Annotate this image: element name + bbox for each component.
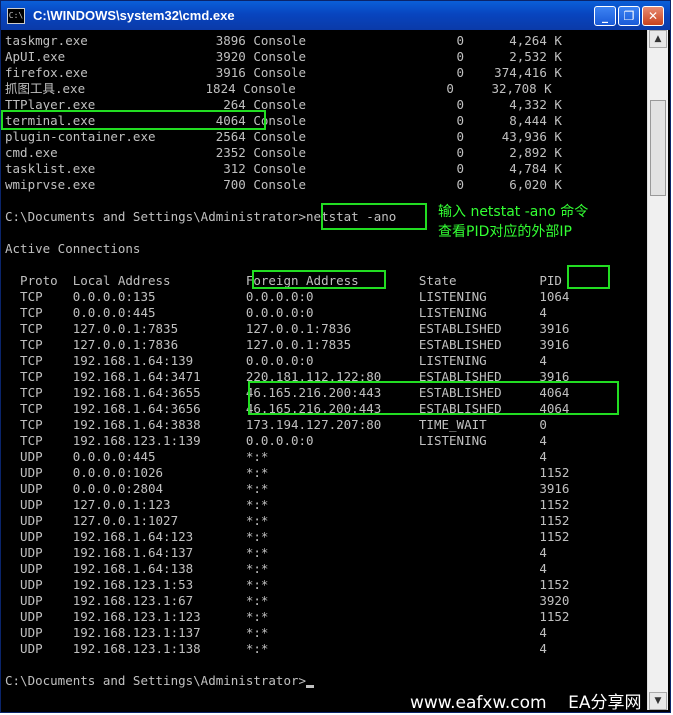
scroll-up-icon[interactable]: ▲ [649,30,667,48]
cmd-window: C:\ C:\WINDOWS\system32\cmd.exe _ ❐ ✕ ta… [0,0,671,713]
highlight-external-connections [248,381,619,415]
console-line: TCP 0.0.0.0:135 0.0.0.0:0 LISTENING 1064 [5,289,570,304]
console-line: UDP 127.0.0.1:1027 *:* 1152 [5,513,570,528]
console-line: UDP 192.168.123.1:137 *:* 4 [5,625,547,640]
console-line: C:\Documents and Settings\Administrator> [5,673,315,689]
console-line: plugin-container.exe 2564 Console 0 43,9… [5,129,562,144]
highlight-terminal-process [1,110,266,130]
title-bar[interactable]: C:\ C:\WINDOWS\system32\cmd.exe _ ❐ ✕ [1,1,670,30]
minimize-button[interactable]: _ [594,6,616,26]
console-line: TCP 192.168.1.64:139 0.0.0.0:0 LISTENING… [5,353,547,368]
highlight-netstat-command [321,203,427,230]
console-line: TCP 192.168.123.1:139 0.0.0.0:0 LISTENIN… [5,433,547,448]
console-line: firefox.exe 3916 Console 0 374,416 K [5,65,562,80]
console-line: 抓图工具.exe 1824 Console 0 32,708 K [5,81,552,96]
console-line: Active Connections [5,241,141,256]
vertical-scrollbar[interactable]: ▲ ▼ [647,30,668,710]
console-line: UDP 192.168.1.64:137 *:* 4 [5,545,547,560]
annotation-line2: 查看PID对应的外部IP [438,224,572,240]
console-line: cmd.exe 2352 Console 0 2,892 K [5,145,562,160]
cmd-icon[interactable]: C:\ [7,7,25,24]
console-line: TCP 192.168.1.64:3838 173.194.127.207:80… [5,417,547,432]
console-line: UDP 0.0.0.0:1026 *:* 1152 [5,465,570,480]
annotation-line1: 输入 netstat -ano 命令 [438,204,589,220]
console-line: wmiprvse.exe 700 Console 0 6,020 K [5,177,562,192]
console-line: UDP 0.0.0.0:2804 *:* 3916 [5,481,570,496]
maximize-button[interactable]: ❐ [618,6,640,26]
console-line: UDP 192.168.1.64:138 *:* 4 [5,561,547,576]
console-line: UDP 192.168.123.1:123 *:* 1152 [5,609,570,624]
highlight-foreign-address-header [252,270,386,289]
text-cursor [306,685,315,688]
window-title: C:\WINDOWS\system32\cmd.exe [33,8,235,23]
console-line: TCP 127.0.0.1:7835 127.0.0.1:7836 ESTABL… [5,321,570,336]
close-button[interactable]: ✕ [642,6,664,26]
console-line: tasklist.exe 312 Console 0 4,784 K [5,161,562,176]
console-line: TCP 0.0.0.0:445 0.0.0.0:0 LISTENING 4 [5,305,547,320]
console-line: UDP 192.168.123.1:67 *:* 3920 [5,593,570,608]
highlight-pid-header [567,265,610,289]
console-line: TCP 127.0.0.1:7836 127.0.0.1:7835 ESTABL… [5,337,570,352]
console-line: UDP 0.0.0.0:445 *:* 4 [5,449,547,464]
console-line: UDP 192.168.1.64:123 *:* 1152 [5,529,570,544]
console-line: UDP 127.0.0.1:123 *:* 1152 [5,497,570,512]
console-line: ApUI.exe 3920 Console 0 2,532 K [5,49,562,64]
scroll-down-icon[interactable]: ▼ [649,692,667,710]
console-line: UDP 192.168.123.1:138 *:* 4 [5,641,547,656]
console-output[interactable]: taskmgr.exe 3896 Console 0 4,264 K ApUI.e… [5,30,645,710]
console-line: UDP 192.168.123.1:53 *:* 1152 [5,577,570,592]
watermark: www.eafxw.com EA分享网 [410,693,642,713]
scroll-thumb[interactable] [650,100,666,196]
console-line: taskmgr.exe 3896 Console 0 4,264 K [5,33,562,48]
